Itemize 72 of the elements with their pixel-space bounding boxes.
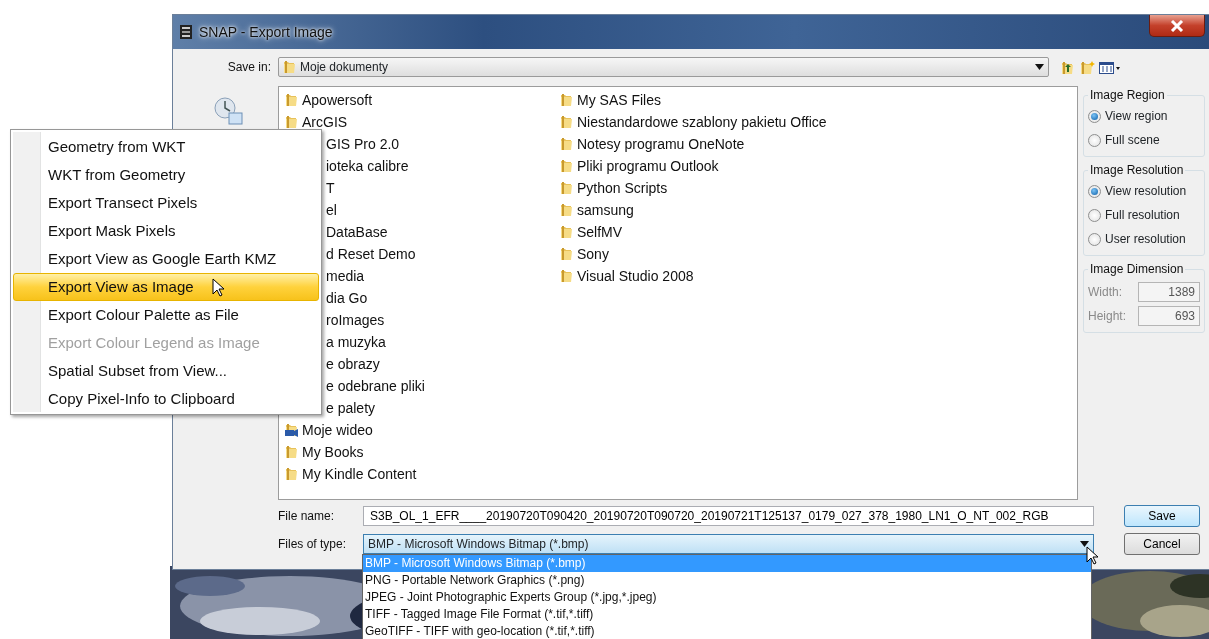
radio-option[interactable]: View region — [1088, 104, 1200, 128]
file-item[interactable]: My Books — [285, 441, 560, 463]
radio-option[interactable]: User resolution — [1088, 227, 1200, 251]
menu-item[interactable]: Export Colour Palette as File — [13, 301, 319, 329]
folder-icon — [560, 115, 573, 129]
folder-icon — [560, 159, 573, 173]
dropdown-option[interactable]: GeoTIFF - TIFF with geo-location (*.tif,*.tiff) — [363, 623, 1091, 639]
field-label: Width: — [1088, 284, 1122, 301]
dropdown-value: Moje dokumenty — [300, 59, 390, 76]
file-item[interactable]: Python Scripts — [560, 177, 827, 199]
menu-item[interactable]: WKT from Geometry — [13, 161, 319, 189]
menu-item[interactable]: Export View as Google Earth KMZ — [13, 245, 319, 273]
dropdown-arrow-icon — [1080, 541, 1089, 547]
file-item[interactable]: Apowersoft — [285, 89, 560, 111]
menu-item[interactable]: Spatial Subset from View... — [13, 357, 319, 385]
folder-icon — [285, 445, 298, 459]
dropdown-option[interactable]: PNG - Portable Network Graphics (*.png) — [363, 572, 1091, 589]
close-icon — [1170, 19, 1184, 32]
folder-icon — [560, 93, 573, 107]
menu-item[interactable]: Export View as Image — [13, 273, 319, 301]
file-item[interactable]: Moje wideo — [285, 419, 560, 441]
close-button[interactable] — [1149, 15, 1205, 37]
dropdown-option[interactable]: TIFF - Tagged Image File Format (*.tif,*.tiff) — [363, 606, 1091, 623]
radio-option[interactable]: Full resolution — [1088, 203, 1200, 227]
menu-item[interactable]: Geometry from WKT — [13, 133, 319, 161]
file-item[interactable]: Notesy programu OneNote — [560, 133, 827, 155]
folder-icon — [560, 203, 573, 217]
dropdown-value: BMP - Microsoft Windows Bitmap (*.bmp) — [368, 536, 589, 553]
save-in-label: Save in: — [226, 59, 271, 76]
video-folder-icon — [285, 423, 298, 437]
menu-item[interactable]: Copy Pixel-Info to Clipboard — [13, 385, 319, 413]
file-item[interactable]: Pliki programu Outlook — [560, 155, 827, 177]
cursor-icon — [212, 278, 226, 298]
field-label: Files of type: — [278, 536, 348, 553]
save-button[interactable]: Save — [1124, 505, 1200, 527]
menu-item[interactable]: Export Transect Pixels — [13, 189, 319, 217]
file-item[interactable]: My Kindle Content — [285, 463, 560, 485]
group-title: Image Region — [1089, 87, 1166, 104]
file-item[interactable]: Visual Studio 2008 — [560, 265, 827, 287]
radio-option[interactable]: Full scene — [1088, 128, 1200, 152]
file-item[interactable]: Sony — [560, 243, 827, 265]
dropdown-option[interactable]: JPEG - Joint Photographic Experts Group (*.jpg,*.jpeg) — [363, 589, 1091, 606]
file-name-field[interactable]: S3B_OL_1_EFR____20190720T090420_20190720T090720_20190721T125137_0179_027_378_1980_LN1_O_NT_002_RGB — [363, 506, 1094, 526]
field-label: Height: — [1088, 308, 1127, 325]
cancel-button[interactable]: Cancel — [1124, 533, 1200, 555]
folder-icon — [560, 269, 573, 283]
file-item[interactable]: Niestandardowe szablony pakietu Office — [560, 111, 827, 133]
group-title: Image Dimension — [1089, 261, 1185, 278]
folder-icon — [560, 225, 573, 239]
file-type-dropdown[interactable]: BMP - Microsoft Windows Bitmap (*.bmp) — [363, 534, 1094, 554]
file-item[interactable]: ArcGIS — [285, 111, 560, 133]
folder-icon — [283, 60, 296, 74]
menu-item[interactable]: Export Mask Pixels — [13, 217, 319, 245]
file-item[interactable]: samsung — [560, 199, 827, 221]
list-view-icon — [1099, 60, 1121, 75]
folder-icon — [560, 181, 573, 195]
group-title: Image Resolution — [1089, 162, 1185, 179]
folder-icon — [560, 247, 573, 261]
window-title: SNAP - Export Image — [199, 22, 333, 42]
dropdown-arrow-icon — [1035, 64, 1044, 70]
field-label: File name: — [278, 508, 336, 525]
folder-icon — [285, 467, 298, 481]
folder-dropdown[interactable]: Moje dokumenty — [278, 57, 1049, 77]
file-item[interactable]: My SAS Files — [560, 89, 827, 111]
file-item[interactable]: SelfMV — [560, 221, 827, 243]
radio-option[interactable]: View resolution — [1088, 179, 1200, 203]
new-folder-icon — [1080, 60, 1096, 75]
folder-icon — [560, 137, 573, 151]
folder-icon — [285, 115, 298, 129]
folder-icon — [285, 93, 298, 107]
clock-icon — [213, 96, 243, 126]
app-icon — [179, 24, 193, 40]
